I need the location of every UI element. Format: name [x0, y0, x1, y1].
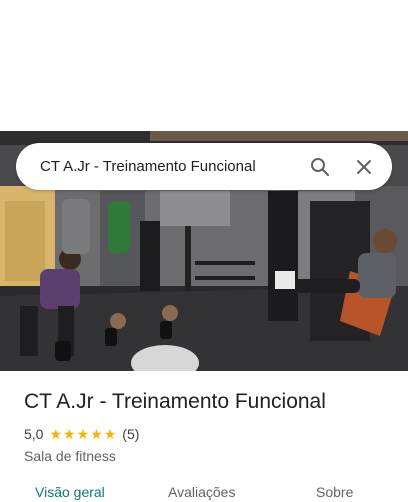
rating-value: 5,0	[24, 426, 44, 442]
star-icon: ★	[103, 426, 117, 442]
place-category: Sala de fitness	[24, 448, 116, 464]
tab-overview[interactable]: Visão geral	[35, 484, 105, 500]
search-bar[interactable]: CT A.Jr - Treinamento Funcional	[16, 143, 392, 190]
star-icon: ★	[90, 426, 103, 442]
tab-about[interactable]: Sobre	[316, 484, 353, 500]
top-empty-area	[0, 0, 408, 131]
rating-row[interactable]: 5,0 ★ ★ ★ ★ ★ (5)	[24, 425, 394, 443]
tab-bar: Visão geral Avaliações Sobre	[0, 478, 408, 502]
star-icon: ★	[63, 426, 76, 442]
close-icon[interactable]	[350, 153, 378, 181]
tab-reviews[interactable]: Avaliações	[168, 484, 235, 500]
review-count[interactable]: (5)	[122, 426, 139, 442]
place-title: CT A.Jr - Treinamento Funcional	[24, 390, 326, 413]
search-icon[interactable]	[306, 153, 334, 181]
search-input[interactable]: CT A.Jr - Treinamento Funcional	[40, 158, 290, 175]
star-icon: ★	[49, 426, 63, 442]
star-rating: ★ ★ ★ ★ ★	[49, 427, 116, 441]
place-info: CT A.Jr - Treinamento Funcional 5,0 ★ ★ ★ ★…	[24, 388, 394, 464]
star-icon: ★	[76, 426, 90, 442]
